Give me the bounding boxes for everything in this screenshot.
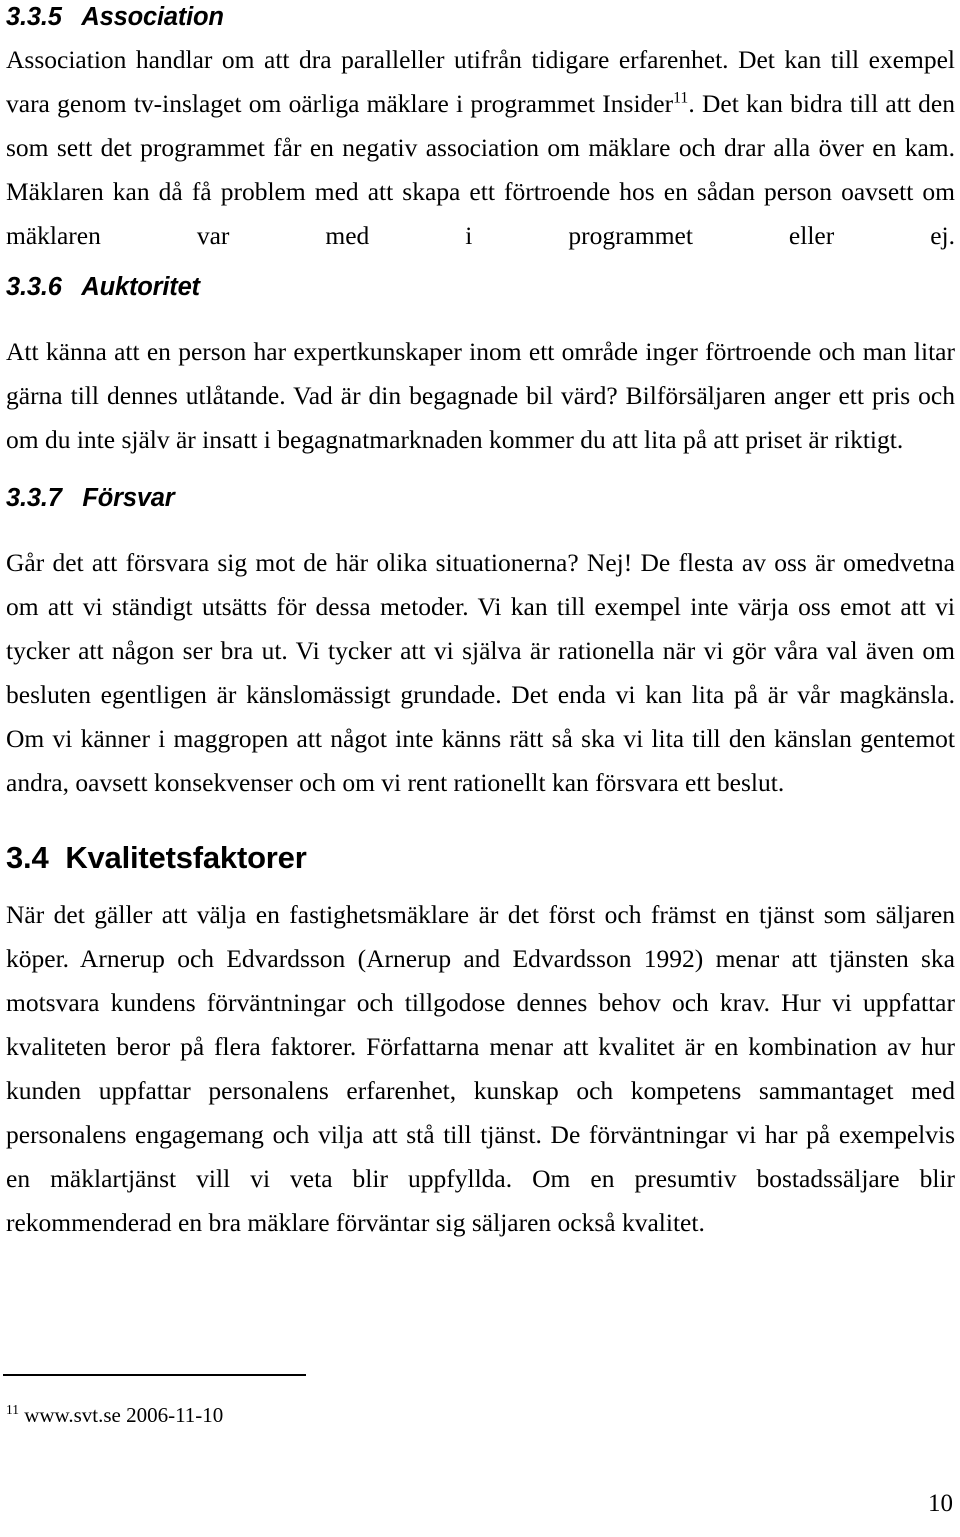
footnote-separator-rule: [3, 1374, 306, 1376]
heading-3-3-5-association: 3.3.5 Association: [6, 3, 224, 31]
heading-3-3-7-forsvar: 3.3.7 Försvar: [6, 484, 175, 512]
footnote-marker-11: 11: [673, 89, 689, 107]
heading-3-4-kvalitetsfaktorer: 3.4 Kvalitetsfaktorer: [6, 840, 307, 875]
footnote-entry: 11 www.svt.se 2006-11-10: [6, 1402, 223, 1428]
paragraph-forsvar: Går det att försvara sig mot de här olik…: [6, 548, 955, 797]
paragraph-kvalitetsfaktorer: När det gäller att välja en fastighetsmä…: [6, 900, 955, 1237]
paragraph-auktoritet: Att känna att en person har expertkunska…: [6, 337, 955, 454]
page-number: 10: [928, 1490, 953, 1517]
paragraph-association: Association handlar om att dra parallell…: [6, 38, 955, 302]
footnote-entry-marker: 11: [6, 1402, 19, 1417]
footnote-entry-text: www.svt.se 2006-11-10: [18, 1403, 224, 1427]
heading-3-3-6-auktoritet: 3.3.6 Auktoritet: [6, 273, 200, 301]
document-page: 3.3.5 Association Association handlar om…: [0, 0, 960, 1537]
